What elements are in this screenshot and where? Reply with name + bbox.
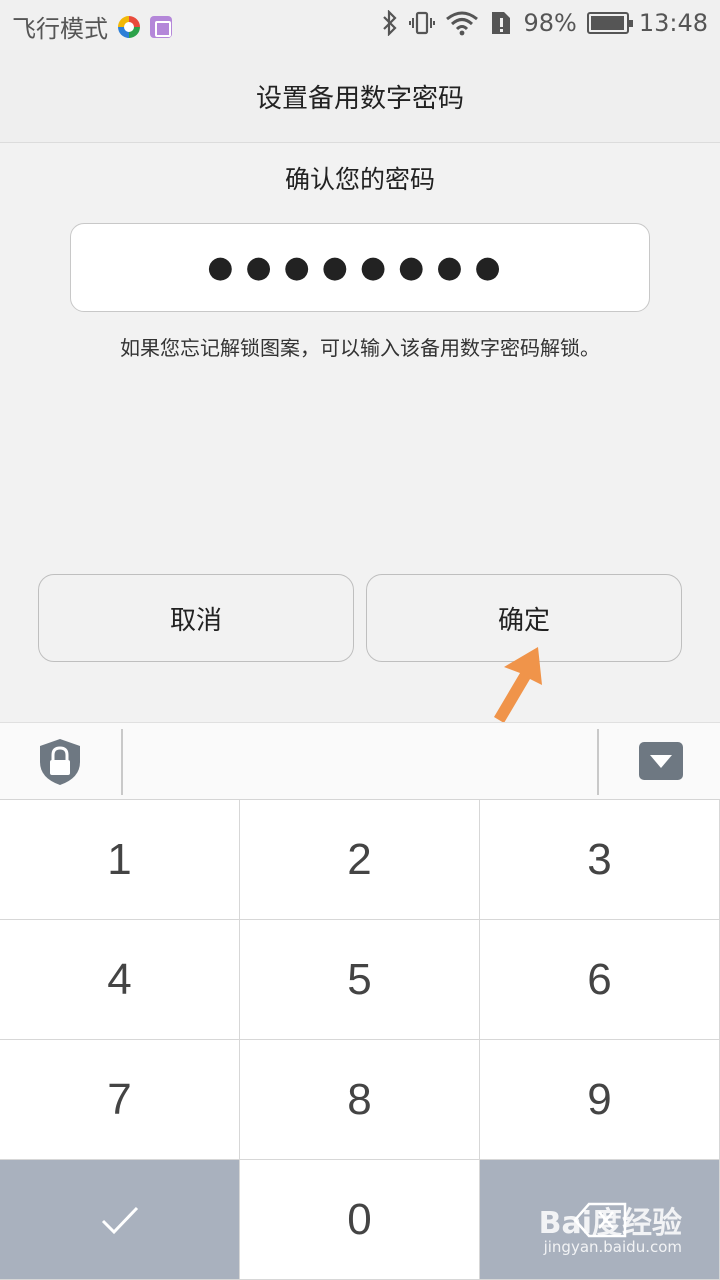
cancel-button[interactable]: 取消: [38, 574, 354, 662]
key-2[interactable]: 2: [240, 800, 480, 920]
hide-keyboard-icon[interactable]: [639, 742, 683, 780]
key-1[interactable]: 1: [0, 800, 240, 920]
check-icon: [101, 1206, 138, 1234]
status-bar: 飞行模式 98% 13:48: [0, 0, 720, 50]
toolbar-divider: [121, 729, 123, 795]
confirm-password-title: 确认您的密码: [284, 165, 435, 194]
battery-icon: [586, 12, 633, 34]
bluetooth-icon: [383, 10, 398, 36]
hint-text: 如果您忘记解锁图案，可以输入该备用数字密码解锁。: [120, 336, 600, 360]
gallery-notification-icon: [150, 15, 172, 38]
battery-percent: 98%: [523, 9, 577, 37]
password-input[interactable]: ●●●●●●●●: [70, 223, 650, 312]
page-title: 设置备用数字密码: [0, 50, 720, 143]
key-3[interactable]: 3: [480, 800, 720, 920]
key-4[interactable]: 4: [0, 920, 240, 1040]
pointer-arrow-annotation: [494, 647, 542, 723]
secure-keyboard-lock-icon: [40, 739, 80, 785]
key-8[interactable]: 8: [240, 1040, 480, 1160]
vibrate-icon: [409, 11, 436, 35]
app-notification-icon: [118, 15, 140, 38]
toolbar-divider: [597, 729, 599, 795]
key-6[interactable]: 6: [480, 920, 720, 1040]
clock: 13:48: [638, 9, 708, 37]
sim-alert-icon: [492, 12, 511, 34]
wifi-icon: [446, 11, 479, 36]
airplane-mode-label: 飞行模式: [12, 15, 108, 43]
key-5[interactable]: 5: [240, 920, 480, 1040]
key-0[interactable]: 0: [240, 1160, 480, 1280]
confirm-key[interactable]: [0, 1160, 240, 1280]
key-9[interactable]: 9: [480, 1040, 720, 1160]
keyboard-toolbar: [0, 722, 720, 800]
key-7[interactable]: 7: [0, 1040, 240, 1160]
status-right: 98% 13:48: [381, 9, 708, 37]
status-left: 飞行模式: [12, 9, 172, 44]
watermark-url: jingyan.baidu.com: [543, 1238, 682, 1256]
baidu-jingyan-watermark: Bai度经验 jingyan.baidu.com: [538, 1198, 682, 1256]
watermark-logo: Bai度经验: [538, 1206, 682, 1241]
